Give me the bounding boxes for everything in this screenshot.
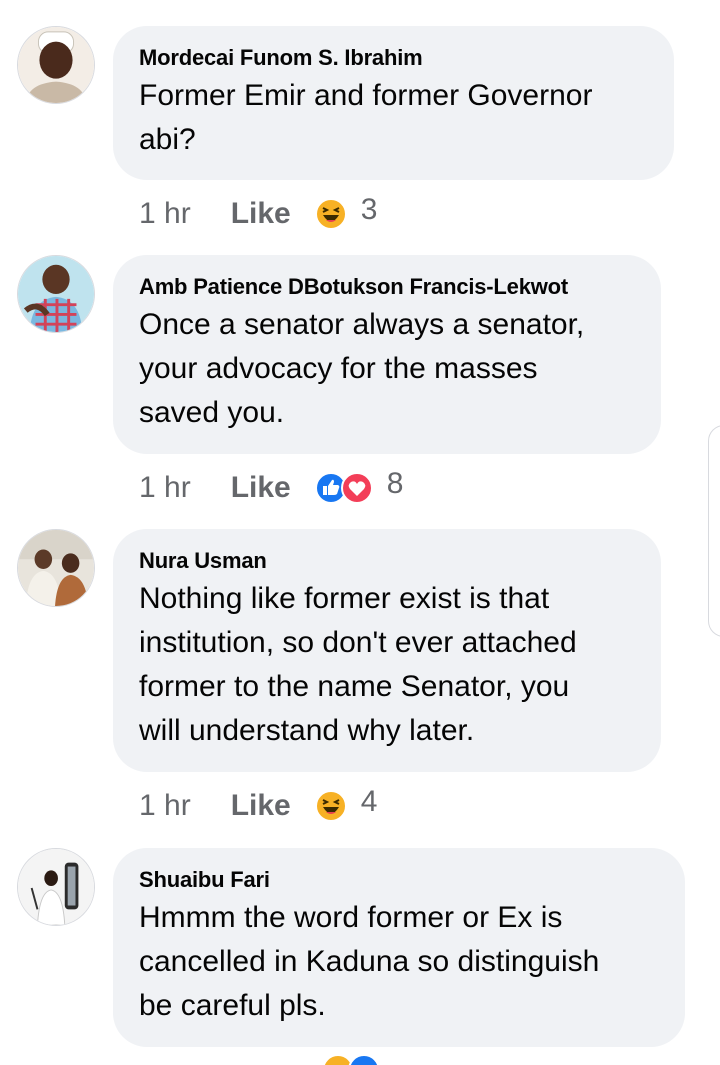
haha-reaction-icon [314, 790, 347, 822]
comment-author[interactable]: Mordecai Funom S. Ibrahim [139, 44, 648, 72]
comment-text-line: abi? [139, 123, 196, 156]
comment-text-line: be careful pls. [139, 989, 326, 1022]
avatar[interactable] [17, 26, 95, 104]
comment-meta: 1 hr Like 8 [139, 467, 403, 508]
comment-time[interactable]: 1 hr [139, 471, 191, 505]
comment-bubble: Nura Usman Nothing like former exist is … [113, 529, 661, 772]
comment-text-line: Once a senator always a senator, [139, 308, 585, 341]
reaction-count: 8 [386, 467, 404, 500]
like-button[interactable]: Like [231, 197, 291, 231]
avatar[interactable] [17, 529, 95, 607]
comment-text-line: will understand why later. [139, 714, 475, 747]
comment-meta: 1 hr Like 3 [139, 193, 377, 234]
comment-time[interactable]: 1 hr [139, 789, 191, 823]
comment-author[interactable]: Amb Patience DBotukson Francis-Lekwot [139, 273, 635, 301]
comment-text-line: Hmmm the word former or Ex is [139, 901, 563, 934]
comment-bubble: Amb Patience DBotukson Francis-Lekwot On… [113, 255, 661, 454]
like-reaction-icon [348, 1054, 380, 1065]
reaction-count: 4 [360, 785, 378, 818]
haha-reaction-icon [314, 198, 347, 230]
comment-text: Hmmm the word former or Ex is cancelled … [139, 896, 659, 1028]
comment-text-line: Former Emir and former Governor [139, 79, 593, 112]
like-button[interactable]: Like [231, 471, 291, 505]
comment-meta: 1 hr Like 4 [139, 785, 377, 826]
comment-time[interactable]: 1 hr [139, 197, 191, 231]
love-reaction-icon [340, 472, 373, 504]
reaction-count: 3 [360, 193, 378, 226]
avatar[interactable] [17, 255, 95, 333]
comment-text: Former Emir and former Governor abi? [139, 74, 648, 162]
comment-author[interactable]: Shuaibu Fari [139, 866, 659, 894]
comment-bubble: Mordecai Funom S. Ibrahim Former Emir an… [113, 26, 674, 180]
reaction-summary[interactable]: 8 [314, 467, 403, 505]
comment-bubble: Shuaibu Fari Hmmm the word former or Ex … [113, 848, 685, 1047]
like-button[interactable]: Like [231, 789, 291, 823]
reaction-summary[interactable]: 3 [314, 193, 377, 231]
comment-meta [322, 1054, 380, 1065]
scroll-handle[interactable] [708, 425, 720, 637]
comment-text-line: cancelled in Kaduna so distinguish [139, 945, 600, 978]
comment-text-line: saved you. [139, 396, 285, 429]
comment-text-line: former to the name Senator, you [139, 670, 570, 703]
avatar[interactable] [17, 848, 95, 926]
comment-text-line: Nothing like former exist is that [139, 582, 550, 615]
comment-text: Nothing like former exist is that instit… [139, 577, 635, 753]
reaction-summary[interactable]: 4 [314, 785, 377, 823]
comment-text: Once a senator always a senator, your ad… [139, 303, 635, 435]
reaction-summary[interactable] [322, 1054, 380, 1065]
comment-text-line: institution, so don't ever attached [139, 626, 577, 659]
comment-text-line: your advocacy for the masses [139, 352, 538, 385]
comment-author[interactable]: Nura Usman [139, 547, 635, 575]
